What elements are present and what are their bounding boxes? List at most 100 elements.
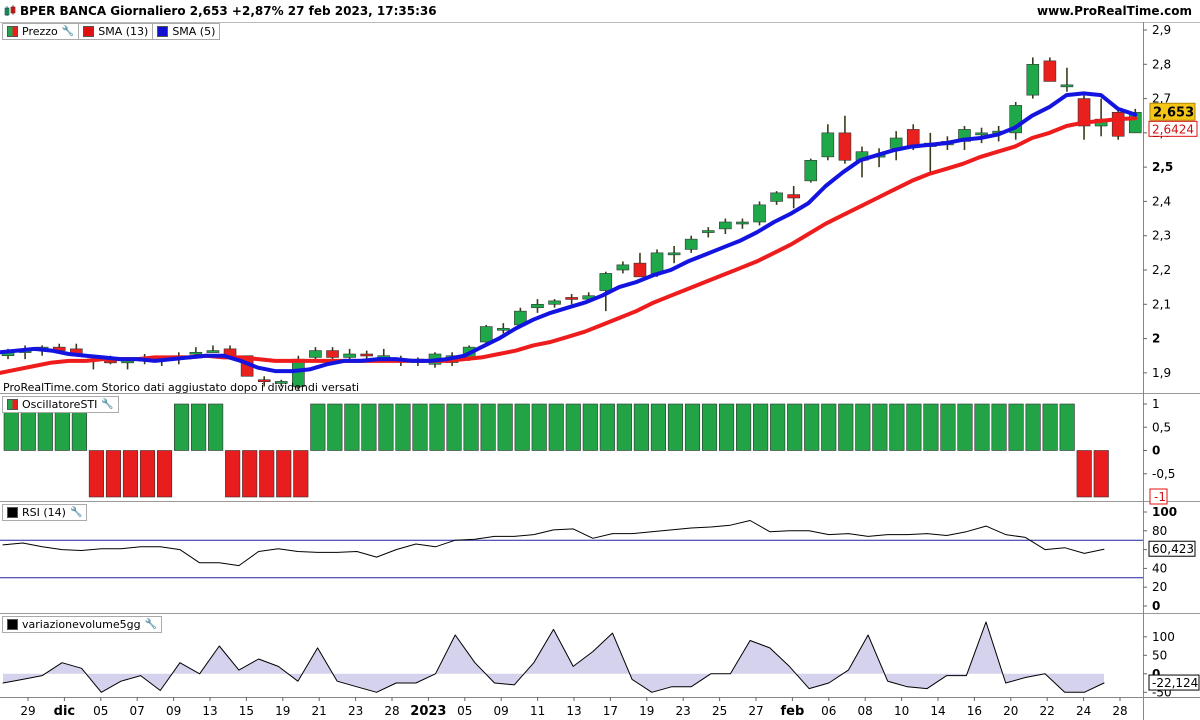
sma5-swatch (157, 25, 169, 37)
legend-sti[interactable]: OscillatoreSTI 🔧 (2, 395, 119, 413)
sti-bar (667, 403, 684, 451)
sti-bar (872, 403, 888, 451)
candle (770, 191, 783, 205)
candle-body (1043, 60, 1057, 82)
time-tick-label: 16 (967, 704, 982, 718)
rsi-tick-label: 40 (1152, 561, 1167, 575)
rsi-last-tag: 60,423 (1148, 540, 1196, 557)
candle-body (548, 300, 561, 305)
time-tick-label: 25 (712, 704, 727, 718)
wrench-icon[interactable]: 🔧 (145, 619, 157, 630)
legend-rsi[interactable]: RSI (14) 🔧 (2, 503, 88, 521)
time-tick-label: 28 (384, 704, 399, 718)
rsi-tick-label: 20 (1152, 580, 1167, 594)
sti-bar (1042, 403, 1058, 451)
sti-bar (923, 403, 939, 451)
sma13-value-label: 2,6424 (1152, 122, 1194, 136)
wrench-icon[interactable]: 🔧 (62, 26, 74, 37)
candle (804, 158, 818, 183)
legend-sti-label: OscillatoreSTI (22, 397, 98, 411)
sti-bar (974, 403, 990, 451)
sma13-swatch (83, 25, 95, 37)
sti-bar (88, 450, 104, 498)
time-tick-label: feb (781, 704, 805, 719)
candle (719, 218, 732, 234)
candle (787, 186, 800, 209)
legend-sma13[interactable]: SMA (13) (79, 22, 154, 40)
sti-legend: OscillatoreSTI 🔧 (2, 395, 119, 413)
candle (548, 299, 561, 308)
time-tick-label: 29 (20, 704, 35, 718)
candle-body (360, 353, 373, 357)
sti-bar (378, 403, 394, 451)
candle-body (889, 137, 903, 149)
candle-body (906, 129, 920, 147)
candle (736, 218, 749, 229)
time-tick-label: 20 (1003, 704, 1018, 718)
sti-bar (480, 403, 496, 451)
sti-bar (957, 403, 973, 451)
rsi-swatch (7, 506, 18, 518)
wrench-icon[interactable]: 🔧 (70, 507, 82, 518)
legend-vol[interactable]: variazionevolume5gg 🔧 (2, 615, 163, 633)
sti-bar (718, 403, 735, 451)
time-tick-label: 15 (239, 704, 254, 718)
rsi-tick-label: 100 (1152, 505, 1177, 519)
vol-swatch (7, 618, 18, 630)
time-tick-label: 09 (494, 704, 509, 718)
sti-bar (1008, 403, 1024, 451)
sti-bar (412, 403, 428, 451)
sti-bar (821, 403, 837, 451)
sti-bar (1059, 403, 1075, 451)
candle-body (804, 159, 818, 182)
candle-body (684, 238, 698, 250)
legend-prezzo[interactable]: Prezzo 🔧 (2, 22, 80, 40)
time-tick-label: 13 (566, 704, 581, 718)
candle-body (667, 252, 681, 256)
candle-body (343, 353, 356, 358)
time-tick-label: 23 (676, 704, 691, 718)
candle-body (736, 221, 749, 225)
time-tick-label: 08 (858, 704, 873, 718)
sti-bar (804, 403, 820, 451)
time-tick-label: 06 (821, 704, 836, 718)
chart-canvas: 1,922,12,22,32,42,52,62,72,82,92,6532,64… (0, 22, 1200, 720)
candle-body (189, 351, 203, 355)
wrench-icon[interactable]: 🔧 (101, 399, 113, 410)
time-tick-label: 28 (1112, 704, 1127, 718)
vol-last-tag: -22,124 (1148, 674, 1200, 691)
candle (1094, 98, 1108, 137)
candle (360, 350, 373, 360)
sti-bar (344, 403, 360, 451)
candle-body (599, 273, 613, 291)
candle-body (1026, 63, 1040, 96)
sti-bar (1076, 450, 1092, 498)
candle (326, 347, 339, 360)
legend-sma5[interactable]: SMA (5) (153, 22, 221, 40)
candle-body (497, 327, 510, 331)
candle (1043, 57, 1057, 82)
sti-bar (736, 403, 752, 451)
price-tick-label: 2,2 (1152, 263, 1171, 277)
candle (1060, 67, 1074, 92)
vol-tick-label: 50 (1152, 648, 1167, 662)
candle (838, 115, 852, 164)
sti-bar (701, 403, 718, 451)
time-tick-label: 11 (530, 704, 545, 718)
sti-bar (770, 403, 786, 451)
time-tick-label: dic (54, 704, 75, 719)
rsi-line (2, 520, 1105, 567)
candle-body (701, 230, 715, 233)
dividend-note: ProRealTime.com Storico dati aggiustato … (3, 381, 360, 394)
candle-body (770, 192, 783, 202)
sti-bar (156, 450, 173, 498)
time-tick-label: 27 (748, 704, 763, 718)
time-tick-label: 22 (1040, 704, 1055, 718)
time-tick-label: 24 (1076, 704, 1091, 718)
candle (1009, 102, 1023, 140)
chart-window: BPER BANCA Giornaliero 2,653 +2,87% 27 f… (0, 0, 1200, 720)
candle (753, 201, 766, 226)
last-price-label: 2,653 (1153, 105, 1194, 120)
sti-tick-label: 0,5 (1152, 420, 1171, 434)
sti-bar (276, 450, 292, 498)
